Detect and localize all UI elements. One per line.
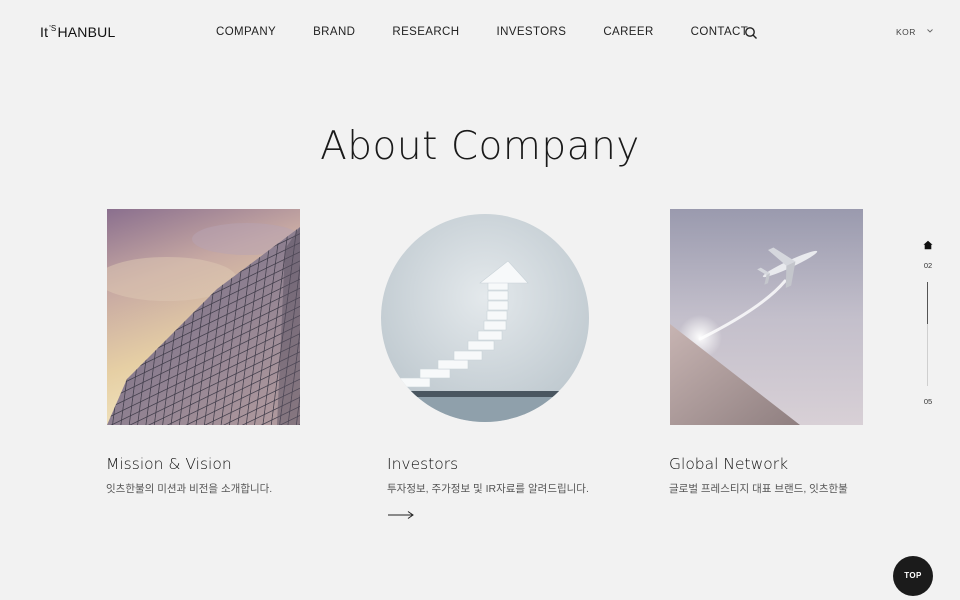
nav-brand[interactable]: BRAND (313, 26, 355, 40)
language-select[interactable]: KOR (896, 27, 916, 37)
page-title: About Company (320, 124, 640, 169)
current-section-number: 02 (923, 261, 933, 270)
section-progress-fill (927, 282, 928, 324)
nav-investors[interactable]: INVESTORS (496, 26, 566, 40)
home-icon[interactable] (923, 240, 933, 250)
stairs-arrow-image (381, 214, 589, 422)
nav-career[interactable]: CAREER (603, 26, 653, 40)
card-description: 글로벌 프레스티지 대표 브랜드, 잇츠한불 (669, 483, 848, 495)
total-section-number: 05 (923, 397, 933, 406)
scroll-top-button[interactable]: TOP (893, 556, 933, 596)
search-icon[interactable] (744, 26, 758, 40)
card-title: Mission & Vision (106, 455, 232, 473)
nav-contact[interactable]: CONTACT (691, 26, 749, 40)
building-image (107, 209, 300, 425)
brand-logo[interactable]: It'SHANBUL (40, 24, 115, 40)
airplane-image (670, 209, 863, 425)
site-header: It'SHANBUL COMPANY BRAND RESEARCH INVEST… (0, 0, 960, 64)
chevron-down-icon[interactable] (926, 27, 934, 35)
main-nav: COMPANY BRAND RESEARCH INVESTORS CAREER … (216, 26, 785, 40)
card-title: Global Network (669, 455, 789, 473)
card-description: 잇츠한불의 미션과 비전을 소개합니다. (106, 483, 273, 495)
nav-company[interactable]: COMPANY (216, 26, 276, 40)
card-title: Investors (387, 455, 459, 473)
nav-research[interactable]: RESEARCH (392, 26, 459, 40)
section-indicator: 02 05 (920, 240, 936, 410)
arrow-right-icon[interactable] (387, 509, 415, 521)
card-description: 투자정보, 주가정보 및 IR자료를 알려드립니다. (387, 483, 589, 495)
